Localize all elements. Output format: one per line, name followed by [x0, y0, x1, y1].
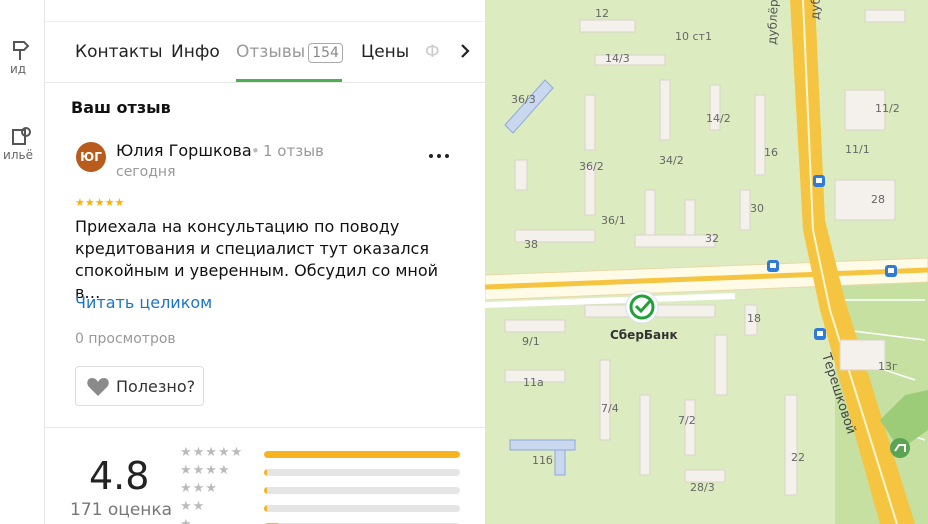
distribution-stars: ★★ [180, 499, 206, 514]
distribution-bar-fill [264, 487, 267, 494]
map-label: 9/1 [522, 335, 540, 348]
map-label: 28/3 [690, 481, 715, 494]
map-label: 11б [532, 454, 553, 467]
distribution-bar-fill [264, 469, 267, 476]
map-label: 36/2 [579, 160, 604, 173]
avatar[interactable]: ЮГ [76, 142, 106, 172]
active-tab-indicator [236, 79, 342, 82]
map-label: 34/2 [659, 154, 684, 167]
map-label: 30 [750, 202, 764, 215]
map-label: 22 [791, 451, 805, 464]
map-label: 11а [523, 376, 544, 389]
distribution-stars: ★★★★ [180, 463, 231, 478]
tab-contacts[interactable]: Контакты [75, 42, 163, 62]
reviews-count-badge: 154 [308, 43, 343, 63]
map-label: 11/1 [845, 143, 870, 156]
distribution-stars: ★★★★★ [180, 445, 244, 460]
section-title: Ваш отзыв [71, 98, 171, 117]
map-label: 32 [705, 232, 719, 245]
directions-icon [13, 41, 30, 60]
review-rating-stars: ★★★★★ [75, 196, 125, 209]
map-label: 12 [595, 7, 609, 20]
distribution-stars: ★★★ [180, 481, 218, 496]
street-label: дублёр [808, 0, 824, 20]
org-panel: Контакты Инфо Отзывы 154 Цены Ф Ваш отзыв… [45, 0, 485, 524]
left-rail: ид ильё [0, 0, 45, 524]
bus-stop-icon[interactable] [767, 260, 779, 272]
bus-stop-icon[interactable] [814, 328, 826, 340]
tab-bar: Контакты Инфо Отзывы 154 Цены Ф [45, 22, 485, 83]
distribution-bar [264, 469, 460, 476]
rating-count: 171 оценка [70, 500, 173, 520]
overall-rating: 4.8 [89, 454, 150, 498]
more-options-button[interactable] [425, 142, 453, 166]
useful-button[interactable]: Полезно? [75, 366, 204, 406]
review-author[interactable]: Юлия Горшкова [116, 141, 252, 160]
distribution-bar [264, 505, 460, 512]
distribution-bar [264, 487, 460, 494]
map-label: 14/3 [605, 52, 630, 65]
distribution-bar [264, 451, 460, 458]
map-label: 36/1 [601, 214, 626, 227]
distribution-bar-fill [264, 451, 460, 458]
rail-item-label: ильё [3, 148, 33, 162]
read-more-link[interactable]: Читать целиком [75, 293, 212, 312]
rail-item-directions[interactable]: ид [0, 38, 44, 76]
map-label: 36/3 [511, 93, 536, 106]
review-views: 0 просмотров [75, 331, 176, 347]
panel-top [45, 0, 485, 22]
chevron-right-icon [461, 44, 470, 58]
tab-reviews-label: Отзывы [236, 42, 306, 62]
map-label: 13г [878, 360, 898, 373]
tab-info[interactable]: Инфо [171, 42, 220, 62]
author-reviews-count: 1 отзыв [263, 142, 324, 160]
map-label: 14/2 [706, 112, 731, 125]
heart-icon [87, 378, 109, 396]
tab-prices[interactable]: Цены [361, 42, 409, 62]
street-label: дублёр [765, 0, 781, 45]
review-date: сегодня [116, 164, 176, 180]
useful-label: Полезно? [116, 376, 196, 396]
bus-stop-icon[interactable] [885, 265, 897, 277]
more-dots-icon [429, 154, 449, 158]
map-label: 10 ст1 [675, 30, 712, 43]
map-label: 16 [764, 146, 778, 159]
tabs-scroll-right[interactable] [449, 34, 481, 68]
distribution-stars: ★ [180, 517, 193, 524]
distribution-bar-fill [264, 505, 267, 512]
map-label: 18 [747, 312, 761, 325]
housing-icon [12, 127, 31, 145]
map[interactable]: 12 10 ст1 14/3 36/3 14/2 16 11/1 11/2 36… [485, 0, 928, 524]
map-label: 11/2 [875, 102, 900, 115]
separator-dot: • [251, 142, 260, 160]
poi-label: СберБанк [610, 328, 678, 342]
divider [45, 427, 485, 428]
map-label: 7/4 [601, 402, 619, 415]
map-label: 38 [524, 238, 538, 251]
review-text: Приехала на консультацию по поводу креди… [75, 217, 439, 302]
tab-reviews[interactable]: Отзывы 154 [236, 42, 343, 63]
rail-item-housing[interactable]: ильё [0, 124, 44, 162]
bus-stop-icon[interactable] [813, 175, 825, 187]
map-label: 28 [871, 193, 885, 206]
map-label: 7/2 [678, 414, 696, 427]
dog-park-icon[interactable] [890, 438, 910, 458]
rail-item-label: ид [9, 62, 27, 76]
tab-photos[interactable]: Ф [425, 42, 440, 62]
